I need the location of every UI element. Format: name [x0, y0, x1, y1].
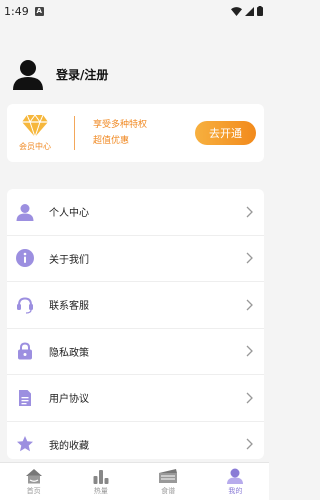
chevron-right-icon: [246, 299, 253, 311]
chevron-right-icon: [246, 206, 253, 218]
tab-label: 热量: [93, 486, 108, 495]
tab-calories[interactable]: 热量: [67, 463, 134, 500]
chevron-right-icon: [246, 392, 253, 404]
menu-item-label: 我的收藏: [49, 440, 89, 452]
login-register-link[interactable]: 登录/注册: [56, 66, 108, 83]
info-icon: [15, 248, 35, 268]
menu-item-label: 隐私政策: [49, 347, 89, 359]
headset-icon: [15, 295, 35, 315]
profile-header[interactable]: 登录/注册: [12, 57, 108, 91]
tab-home[interactable]: 首页: [0, 463, 67, 500]
star-icon: [15, 434, 35, 454]
menu-list: 个人中心 关于我们 联系客服 隐私政策 用户协议 我的收藏: [7, 189, 264, 459]
bar-chart-icon: [93, 469, 109, 484]
notification-icon: A: [34, 6, 44, 16]
chevron-right-icon: [246, 252, 253, 264]
signal-icon: [245, 6, 254, 16]
menu-item-label: 个人中心: [49, 208, 89, 220]
vip-benefits: 享受多种特权 超值优惠: [93, 117, 195, 149]
open-vip-button[interactable]: 去开通: [195, 121, 256, 145]
menu-item-label: 用户协议: [49, 394, 89, 406]
menu-item-label: 关于我们: [49, 254, 89, 266]
vip-benefit-line-1: 享受多种特权: [93, 120, 148, 130]
vip-card[interactable]: 会员中心 享受多种特权 超值优惠 去开通: [7, 104, 264, 162]
menu-item-about-us[interactable]: 关于我们: [7, 236, 264, 282]
menu-item-privacy-policy[interactable]: 隐私政策: [7, 329, 264, 375]
tab-label: 首页: [26, 486, 41, 495]
vip-badge: 会员中心: [7, 114, 63, 152]
recipe-icon: [159, 468, 178, 483]
menu-item-label: 联系客服: [49, 301, 89, 313]
tab-label: 我的: [228, 486, 243, 495]
vip-center-label: 会员中心: [19, 142, 51, 151]
vip-benefit-line-2: 超值优惠: [93, 136, 130, 146]
wifi-icon: [231, 6, 242, 16]
status-time: 1:49: [4, 4, 29, 18]
battery-icon: [257, 6, 263, 16]
chevron-right-icon: [246, 438, 253, 450]
lock-icon: [15, 341, 35, 361]
status-bar: 1:49 A: [0, 0, 269, 22]
profile-icon: [227, 468, 244, 484]
vip-divider: [74, 116, 75, 150]
home-icon: [25, 468, 42, 483]
menu-item-user-agreement[interactable]: 用户协议: [7, 375, 264, 422]
tab-label: 食谱: [161, 486, 176, 495]
tab-mine[interactable]: 我的: [202, 463, 269, 500]
bottom-tab-bar: 首页 热量 食谱 我的: [0, 462, 269, 500]
chevron-right-icon: [246, 345, 253, 357]
tab-recipes[interactable]: 食谱: [135, 463, 202, 500]
document-icon: [15, 388, 35, 408]
diamond-icon: [22, 114, 48, 138]
menu-item-favorites[interactable]: 我的收藏: [7, 422, 264, 460]
menu-item-customer-service[interactable]: 联系客服: [7, 282, 264, 329]
person-icon: [15, 202, 35, 222]
avatar-icon: [13, 60, 43, 90]
menu-item-personal-center[interactable]: 个人中心: [7, 189, 264, 236]
